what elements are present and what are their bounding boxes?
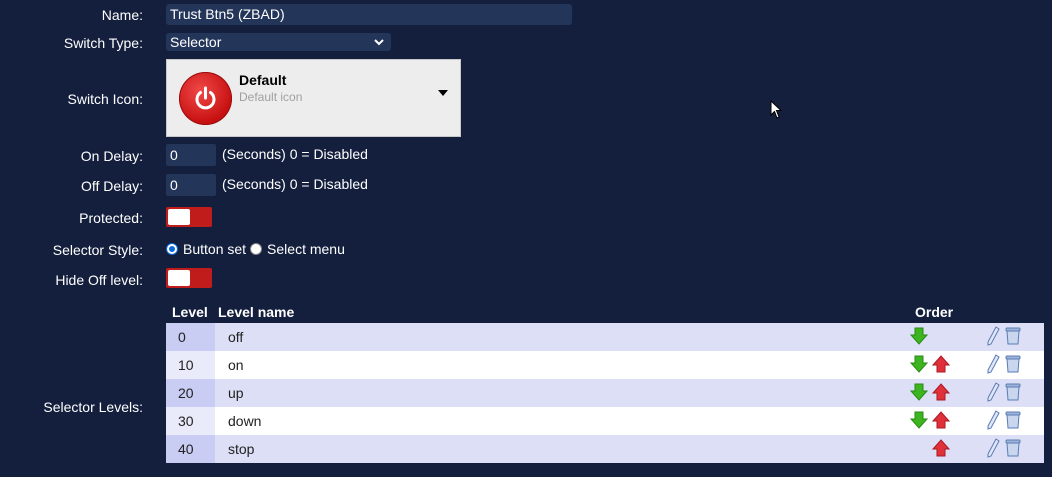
trash-icon[interactable]	[1005, 326, 1021, 349]
edit-icon[interactable]	[986, 326, 1000, 349]
table-row: 40 stop	[166, 435, 1044, 463]
radio-select-menu[interactable]	[250, 243, 263, 255]
mouse-cursor-icon	[770, 99, 783, 123]
level-name[interactable]: stop	[228, 435, 254, 463]
col-header-level-name: Level name	[218, 304, 295, 320]
level-value: 40	[166, 435, 215, 463]
on-delay-hint: (Seconds) 0 = Disabled	[222, 146, 368, 162]
trash-icon[interactable]	[1005, 410, 1021, 433]
protected-label: Protected:	[79, 210, 143, 226]
edit-icon[interactable]	[986, 382, 1000, 405]
off-delay-hint: (Seconds) 0 = Disabled	[222, 176, 368, 192]
col-header-level: Level	[172, 304, 208, 320]
level-name[interactable]: off	[228, 323, 243, 351]
arrow-down-icon[interactable]	[909, 411, 929, 432]
selector-style-group: Button set Select menu	[166, 241, 345, 257]
levels-table: 0 off 10 on 20 up 30 down 40 stop	[166, 323, 1044, 463]
edit-icon[interactable]	[986, 438, 1000, 461]
level-name[interactable]: up	[228, 379, 244, 407]
hide-off-label: Hide Off level:	[55, 272, 143, 288]
table-row: 0 off	[166, 323, 1044, 351]
icon-subtitle: Default icon	[239, 90, 303, 104]
level-name[interactable]: on	[228, 351, 244, 379]
hide-off-toggle[interactable]	[166, 268, 212, 288]
arrow-up-icon[interactable]	[931, 355, 951, 376]
table-row: 30 down	[166, 407, 1044, 435]
chevron-down-icon	[374, 33, 384, 57]
level-name[interactable]: down	[228, 407, 261, 435]
arrow-up-icon[interactable]	[931, 383, 951, 404]
power-icon	[179, 72, 232, 125]
arrow-down-icon[interactable]	[909, 327, 929, 348]
table-row: 10 on	[166, 351, 1044, 379]
toggle-knob	[168, 270, 190, 286]
arrow-down-icon[interactable]	[909, 383, 929, 404]
on-delay-label: On Delay:	[80, 148, 143, 164]
level-value: 10	[166, 351, 215, 379]
edit-icon[interactable]	[986, 410, 1000, 433]
level-value: 20	[166, 379, 215, 407]
switch-type-value: Selector	[170, 34, 222, 50]
caret-down-icon[interactable]	[438, 90, 448, 96]
trash-icon[interactable]	[1005, 382, 1021, 405]
name-input[interactable]: Trust Btn5 (ZBAD)	[166, 4, 572, 25]
off-delay-input[interactable]: 0	[166, 174, 216, 196]
on-delay-input[interactable]: 0	[166, 144, 216, 166]
icon-title: Default	[239, 72, 287, 88]
col-header-order: Order	[915, 304, 954, 320]
level-value: 30	[166, 407, 215, 435]
off-delay-label: Off Delay:	[81, 178, 143, 194]
level-value: 0	[166, 323, 215, 351]
arrow-up-icon[interactable]	[931, 411, 951, 432]
table-row: 20 up	[166, 379, 1044, 407]
radio-button-set-label[interactable]: Button set	[183, 241, 246, 257]
trash-icon[interactable]	[1005, 354, 1021, 377]
switch-type-select[interactable]: Selector	[166, 33, 391, 51]
arrow-up-icon[interactable]	[931, 439, 951, 460]
name-label: Name:	[101, 7, 143, 23]
switch-type-label: Switch Type:	[63, 35, 143, 51]
toggle-knob	[168, 209, 190, 225]
selector-levels-label: Selector Levels:	[43, 399, 143, 415]
selector-style-label: Selector Style:	[52, 242, 143, 258]
radio-select-menu-label[interactable]: Select menu	[267, 241, 345, 257]
arrow-down-icon[interactable]	[909, 355, 929, 376]
switch-icon-label: Switch Icon:	[67, 91, 143, 107]
trash-icon[interactable]	[1005, 438, 1021, 461]
radio-button-set[interactable]	[166, 243, 178, 255]
protected-toggle[interactable]	[166, 207, 212, 227]
edit-icon[interactable]	[986, 354, 1000, 377]
switch-icon-dropdown[interactable]: Default Default icon	[166, 59, 461, 137]
